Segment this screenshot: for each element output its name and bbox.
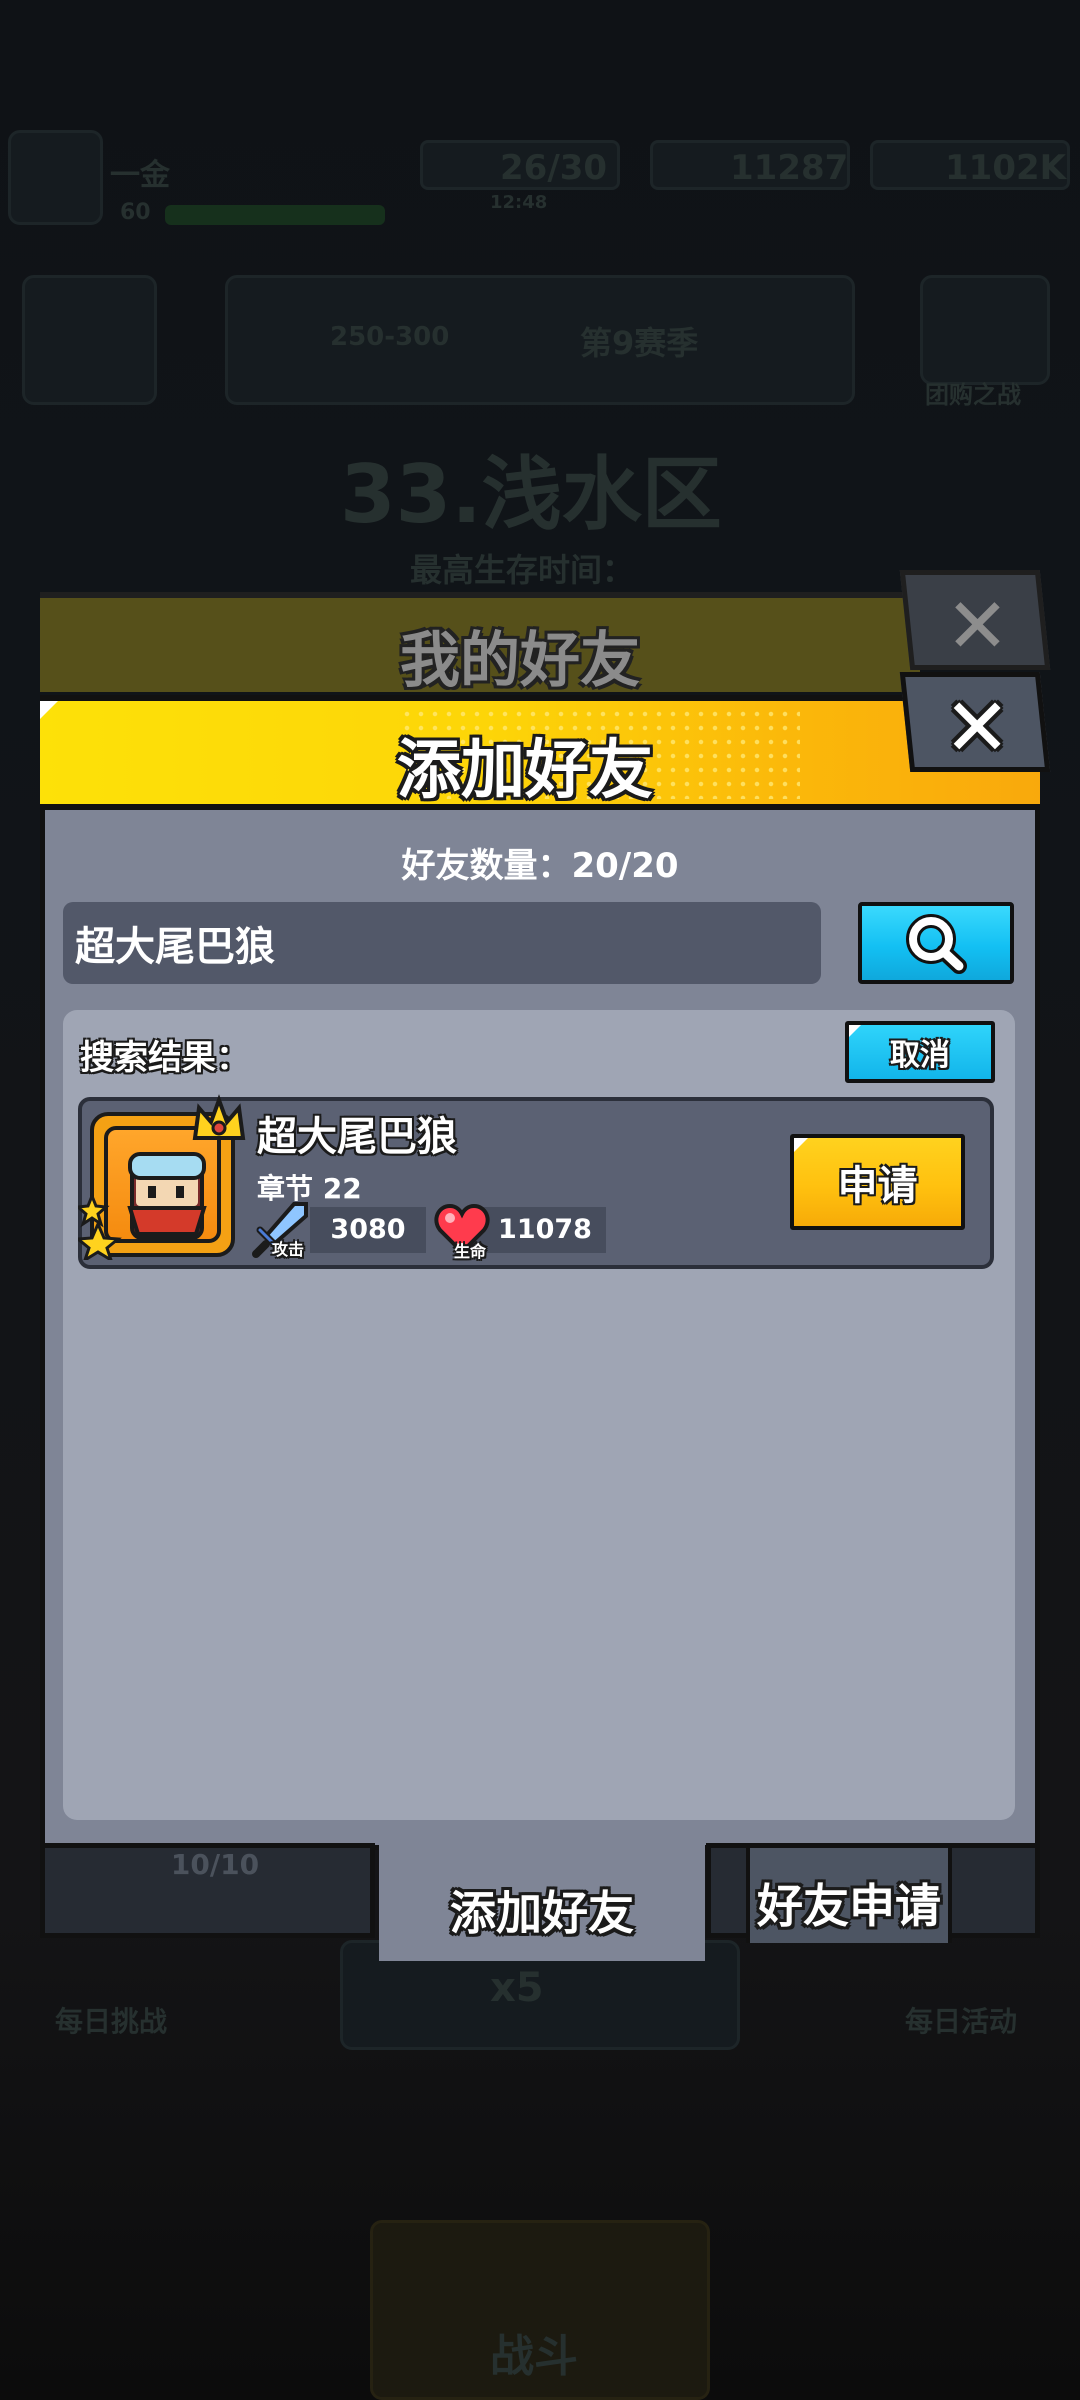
dialog-title: 添加好友 xyxy=(397,734,653,808)
background-right-button-label: 团购之战 xyxy=(925,381,1021,409)
friend-count: 好友数量：20/20 xyxy=(401,846,679,886)
close-button[interactable]: ✕ xyxy=(899,672,1051,774)
background-survival-time: 最高生存时间： xyxy=(410,551,635,589)
result-player-name: 超大尾巴狼 xyxy=(257,1114,457,1160)
background-gems: 11287 xyxy=(730,148,849,188)
search-icon xyxy=(906,914,967,974)
crown-icon xyxy=(192,1094,246,1140)
cancel-label: 取消 xyxy=(890,1038,950,1073)
background-level-bar xyxy=(165,205,385,225)
background-season-label: 第9赛季 xyxy=(580,324,699,362)
apply-button[interactable]: 申请 xyxy=(790,1134,965,1230)
background-season-banner xyxy=(225,275,855,405)
close-icon: ✕ xyxy=(943,681,1011,774)
sword-icon: 攻击 xyxy=(250,1200,310,1260)
dialog-header: 添加好友 xyxy=(40,695,1040,810)
back-dialog-title: 我的好友 xyxy=(400,626,640,696)
background-right-button xyxy=(920,275,1050,385)
avatar xyxy=(78,1094,246,1260)
background-energy-timer: 12:48 xyxy=(490,192,548,213)
tab-add-friend-label: 添加好友 xyxy=(450,1886,634,1940)
background-menu-button xyxy=(22,275,157,405)
cancel-button[interactable]: 取消 xyxy=(845,1021,995,1083)
background-stage-title: 33.浅水区 xyxy=(340,448,722,541)
attack-label: 攻击 xyxy=(272,1240,305,1259)
background-season-range: 250-300 xyxy=(330,322,450,352)
tab-friend-requests-label: 好友申请 xyxy=(757,1879,941,1933)
search-input[interactable]: 超大尾巴狼 xyxy=(63,902,821,984)
background-player-level: 60 xyxy=(120,200,151,225)
background-energy: 26/30 xyxy=(500,148,608,188)
star-icon xyxy=(78,1194,122,1260)
background-daily-challenge: 每日挑战 xyxy=(55,2005,168,2038)
background-avatar xyxy=(8,130,103,225)
attack-value: 3080 xyxy=(330,1214,406,1245)
tab-add-friend[interactable]: 添加好友 xyxy=(379,1843,705,1961)
background-gold: 1102K xyxy=(945,148,1066,188)
tab-friend-requests[interactable]: 好友申请 xyxy=(746,1848,952,1943)
heart-icon: 生命 xyxy=(432,1200,492,1261)
close-icon: ✕ xyxy=(945,581,1010,670)
hp-label: 生命 xyxy=(454,1242,487,1261)
background-multiplier: x5 xyxy=(490,1965,544,2011)
apply-label: 申请 xyxy=(837,1163,918,1209)
background-battle-label: 战斗 xyxy=(490,2331,578,2382)
friends-tab-count: 10/10 xyxy=(170,1848,260,1881)
background-daily-activity: 每日活动 xyxy=(905,2005,1018,2038)
background-player-name: 一金 xyxy=(110,158,170,193)
search-results-label: 搜索结果： xyxy=(80,1038,250,1078)
back-dialog-close-button: ✕ xyxy=(899,570,1051,670)
hp-value: 11078 xyxy=(498,1214,592,1245)
search-button[interactable] xyxy=(858,902,1014,984)
